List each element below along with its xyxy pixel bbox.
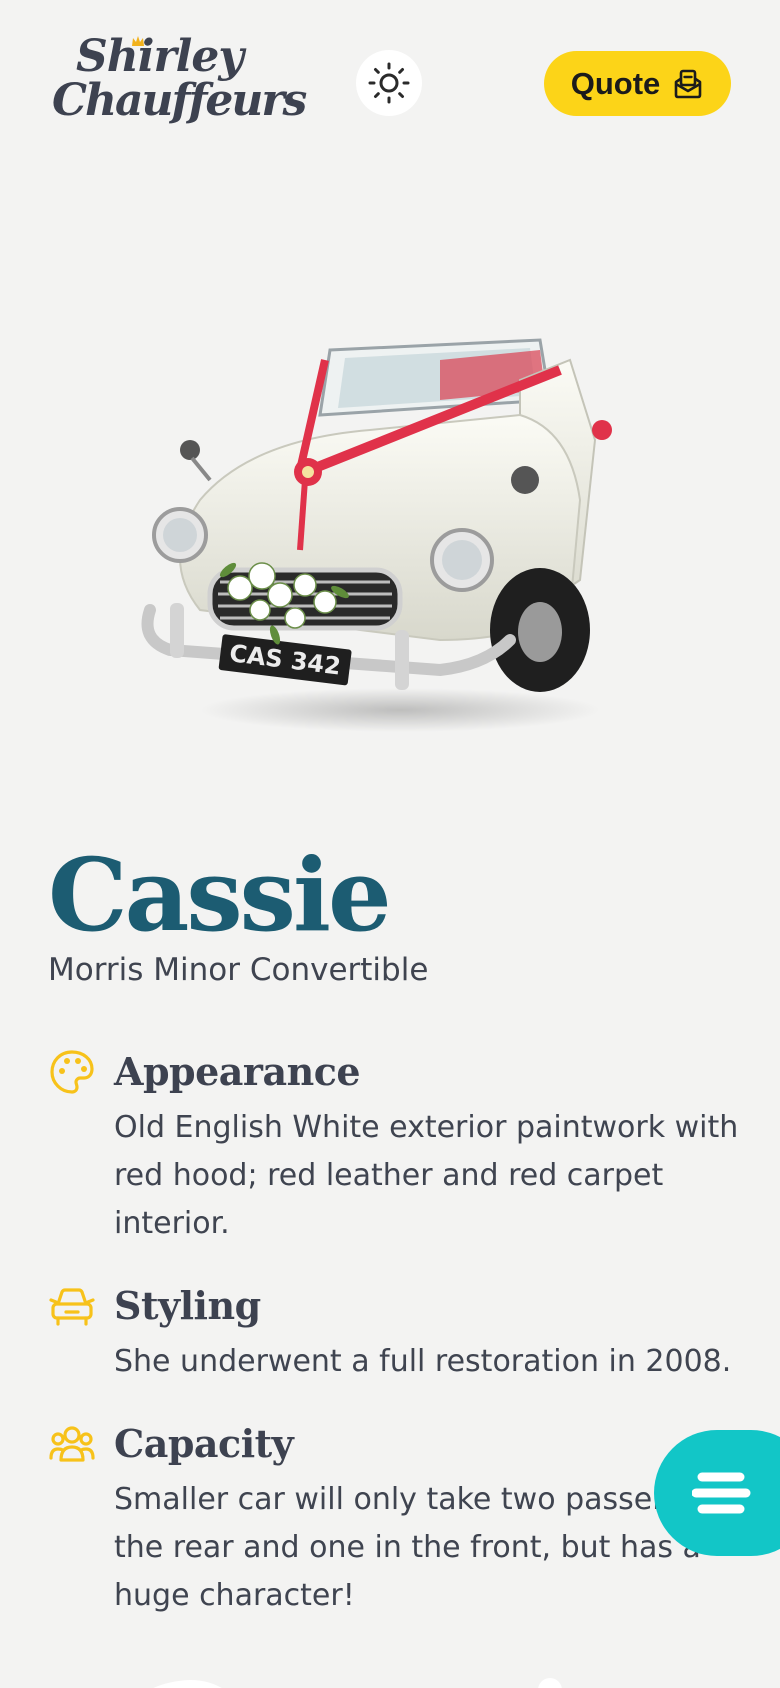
theme-toggle-button[interactable] xyxy=(356,50,422,116)
sun-icon xyxy=(368,62,410,104)
feature-styling: Styling She underwent a full restoration… xyxy=(48,1282,748,1392)
feature-text: Old English White exterior paintwork wit… xyxy=(114,1110,739,1241)
quote-button-label: Quote xyxy=(570,65,661,101)
feature-capacity: Capacity Smaller car will only take two … xyxy=(48,1420,774,1620)
feature-title: Capacity xyxy=(114,1421,294,1466)
menu-icon xyxy=(692,1472,751,1514)
crown-icon xyxy=(132,36,144,46)
mail-open-icon xyxy=(674,69,702,98)
site-header: Shirley Chauffeurs Quote xyxy=(0,0,780,170)
car-illustration: CAS 342 xyxy=(141,338,612,732)
feature-text: She underwent a full restoration in 2008… xyxy=(114,1344,732,1379)
car-name: Cassie xyxy=(48,836,392,954)
car-icon xyxy=(49,1288,95,1326)
users-icon xyxy=(49,1426,95,1462)
car-model: Morris Minor Convertible xyxy=(48,952,429,988)
feature-title: Styling xyxy=(114,1283,261,1328)
site-logo[interactable]: Shirley Chauffeurs xyxy=(52,31,307,130)
logo-line-1: Shirley xyxy=(76,31,244,82)
next-section-heading-peek xyxy=(153,1678,562,1688)
feature-title: Appearance xyxy=(114,1049,361,1094)
quote-button[interactable]: Quote xyxy=(544,51,731,116)
palette-icon xyxy=(50,1050,94,1094)
menu-button[interactable] xyxy=(654,1430,780,1556)
car-image: CAS 342 xyxy=(140,320,640,740)
logo-line-2: Chauffeurs xyxy=(52,75,307,126)
feature-appearance: Appearance Old English White exterior pa… xyxy=(48,1048,748,1248)
